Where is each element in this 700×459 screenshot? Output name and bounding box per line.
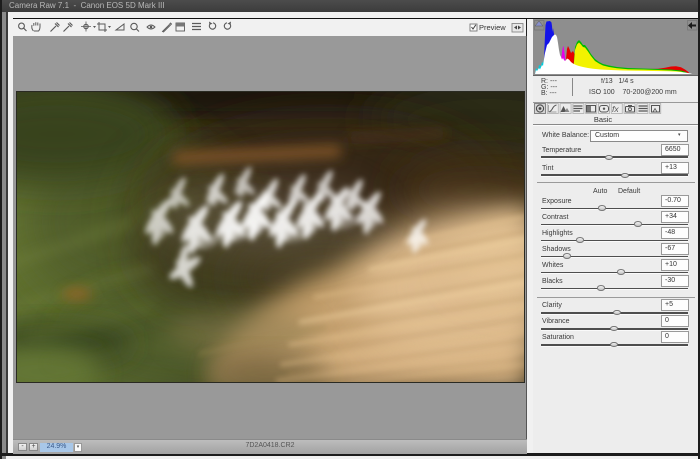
svg-text:fx: fx [612, 104, 619, 114]
svg-text:Preview: Preview [479, 23, 506, 32]
